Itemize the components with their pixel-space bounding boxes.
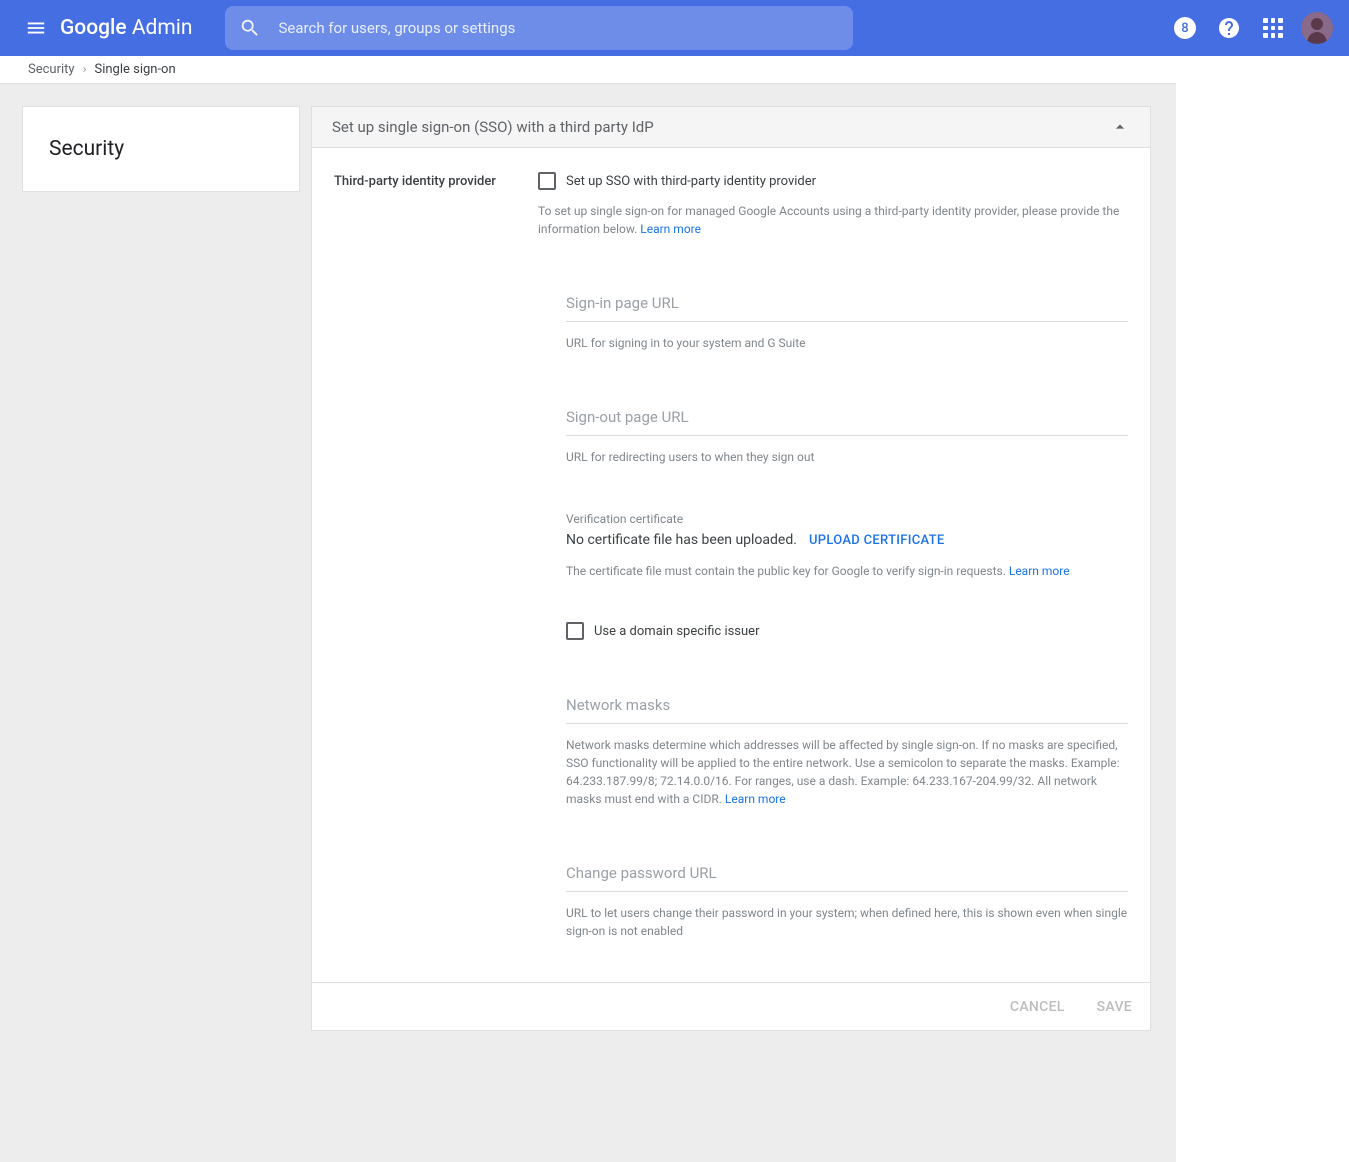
network-masks-input[interactable]: Network masks <box>566 696 1128 724</box>
card-body: Third-party identity provider Set up SSO… <box>312 148 1150 982</box>
search-placeholder: Search for users, groups or settings <box>279 19 516 37</box>
signout-url-input[interactable]: Sign-out page URL <box>566 408 1128 436</box>
form-column: Set up SSO with third-party identity pro… <box>538 172 1128 940</box>
learn-more-link[interactable]: Learn more <box>640 222 701 236</box>
menu-icon <box>25 17 47 39</box>
certificate-label: Verification certificate <box>566 512 1128 526</box>
chevron-right-icon: › <box>83 62 87 77</box>
signin-url-field: Sign-in page URL URL for signing in to y… <box>566 294 1128 352</box>
card-title: Set up single sign-on (SSO) with a third… <box>332 118 654 136</box>
enable-sso-label: Set up SSO with third-party identity pro… <box>566 174 816 189</box>
network-masks-help: Network masks determine which addresses … <box>566 736 1128 808</box>
breadcrumb-current: Single sign-on <box>94 62 175 77</box>
save-button[interactable]: SAVE <box>1097 999 1132 1015</box>
breadcrumb: Security › Single sign-on <box>0 56 1349 84</box>
help-button[interactable] <box>1209 8 1249 48</box>
right-rail <box>1176 56 1349 1162</box>
signin-url-help: URL for signing in to your system and G … <box>566 334 1128 352</box>
signin-url-input[interactable]: Sign-in page URL <box>566 294 1128 322</box>
notifications-button[interactable]: 8 <box>1165 8 1205 48</box>
cancel-button[interactable]: CANCEL <box>1010 999 1065 1015</box>
content-area: Security Set up single sign-on (SSO) wit… <box>0 84 1349 1053</box>
logo-admin: Admin <box>127 16 193 40</box>
account-avatar[interactable] <box>1301 12 1333 44</box>
sso-settings-card: Set up single sign-on (SSO) with a third… <box>311 106 1151 1031</box>
search-box[interactable]: Search for users, groups or settings <box>225 6 853 50</box>
main-menu-button[interactable] <box>16 8 56 48</box>
intro-text: To set up single sign-on for managed Goo… <box>538 202 1128 238</box>
network-masks-field: Network masks Network masks determine wh… <box>566 696 1128 808</box>
domain-issuer-row: Use a domain specific issuer <box>566 622 1128 640</box>
change-password-url-field: Change password URL URL to let users cha… <box>566 864 1128 940</box>
logo-google: Google <box>60 16 127 40</box>
section-label: Third-party identity provider <box>334 172 538 940</box>
domain-issuer-checkbox[interactable] <box>566 622 584 640</box>
masks-learn-more-link[interactable]: Learn more <box>725 792 786 806</box>
certificate-help: The certificate file must contain the pu… <box>566 562 1128 580</box>
card-footer: CANCEL SAVE <box>312 982 1150 1030</box>
page-title-card: Security <box>22 106 300 192</box>
signout-url-help: URL for redirecting users to when they s… <box>566 448 1128 466</box>
enable-sso-row: Set up SSO with third-party identity pro… <box>538 172 1128 190</box>
search-icon <box>239 17 261 39</box>
page-title: Security <box>49 137 124 161</box>
enable-sso-checkbox[interactable] <box>538 172 556 190</box>
apps-icon <box>1263 18 1283 38</box>
card-header[interactable]: Set up single sign-on (SSO) with a third… <box>312 107 1150 148</box>
chevron-up-icon <box>1110 117 1130 137</box>
notifications-badge: 8 <box>1174 17 1196 39</box>
avatar-icon <box>1301 12 1333 44</box>
domain-issuer-label: Use a domain specific issuer <box>594 624 759 639</box>
apps-button[interactable] <box>1253 8 1293 48</box>
upload-certificate-button[interactable]: UPLOAD CERTIFICATE <box>809 533 945 548</box>
breadcrumb-root[interactable]: Security <box>28 62 75 77</box>
app-header: Google Admin Search for users, groups or… <box>0 0 1349 56</box>
change-password-url-help: URL to let users change their password i… <box>566 904 1128 940</box>
help-icon <box>1217 16 1241 40</box>
change-password-url-input[interactable]: Change password URL <box>566 864 1128 892</box>
product-logo[interactable]: Google Admin <box>60 16 193 40</box>
certificate-section: Verification certificate No certificate … <box>566 512 1128 580</box>
cert-learn-more-link[interactable]: Learn more <box>1009 564 1070 578</box>
signout-url-field: Sign-out page URL URL for redirecting us… <box>566 408 1128 466</box>
certificate-status: No certificate file has been uploaded. <box>566 532 797 548</box>
